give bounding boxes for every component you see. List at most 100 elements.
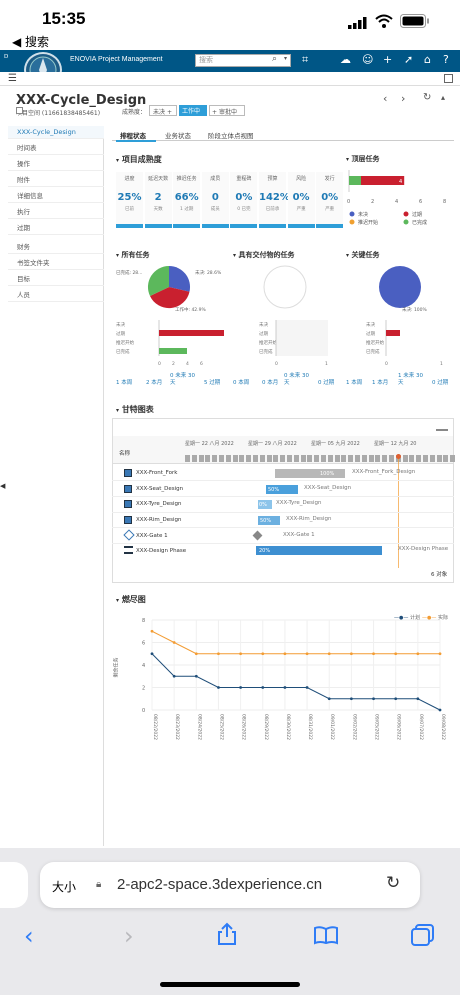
ds-logo-icon[interactable]: ᴰ xyxy=(4,54,8,64)
gantt-day-cell xyxy=(416,455,422,462)
data-point xyxy=(327,697,331,701)
kpi-tile[interactable]: 发行 0% 严重 xyxy=(316,172,344,228)
expand-icon[interactable]: ▾ xyxy=(116,597,119,604)
all-week-link[interactable]: 1 本周 xyxy=(116,378,132,386)
top-task-overdue-bar xyxy=(361,176,405,185)
reload-icon[interactable]: ↻ xyxy=(386,873,400,893)
gantt-bar[interactable] xyxy=(256,546,382,555)
gantt-row-name[interactable]: XXX-Front_Fork xyxy=(136,470,177,476)
maturity-title: ▾ 项目成熟度 xyxy=(116,154,162,165)
sidebar-item-overdue[interactable]: 过期 xyxy=(8,222,104,235)
reader-size-button[interactable]: 大小 xyxy=(52,878,76,895)
gantt-row-name[interactable]: XXX-Tyre_Design xyxy=(136,501,182,507)
kpi-tile[interactable]: 风险 0% 严重 xyxy=(287,172,315,228)
help-icon[interactable]: ? xyxy=(443,53,449,66)
expand-icon[interactable]: ▾ xyxy=(116,407,119,414)
gantt-week: 星期一 22 八月 2022 xyxy=(185,441,234,447)
kpi-tile[interactable]: 推迟任务 66% 1 过期 xyxy=(173,172,201,228)
gantt-day-cell xyxy=(185,455,190,462)
sidebar-item-people[interactable]: 人员 xyxy=(8,289,104,302)
sidebar-item-goals[interactable]: 目标 xyxy=(8,273,104,286)
tab-phase-view[interactable]: 阶段立体点视图 xyxy=(208,130,254,140)
key-pie-label: 未决: 100% xyxy=(402,308,427,313)
sidebar-item-schedule[interactable]: 时间表 xyxy=(8,142,104,155)
y-tick-label: 0 xyxy=(142,708,145,714)
sidebar-item-project[interactable]: XXX-Cycle_Design xyxy=(8,126,104,139)
back-to-search-link[interactable]: ◀ 搜索 xyxy=(12,33,49,50)
all-tick: 2 xyxy=(172,361,175,367)
sidebar-item-details[interactable]: 详细信息 xyxy=(8,190,104,203)
del-overdue-link[interactable]: 0 过期 xyxy=(318,378,334,386)
del-week-link[interactable]: 0 本周 xyxy=(233,378,249,386)
key-month-link[interactable]: 1 本月 xyxy=(372,378,388,386)
sidebar-item-execution[interactable]: 执行 xyxy=(8,206,104,219)
expand-icon[interactable]: ▾ xyxy=(116,157,119,164)
gantt-day-cell xyxy=(232,455,238,462)
gantt-row-name[interactable]: XXX-Gate 1 xyxy=(136,533,168,539)
collapse-icon[interactable]: ▴ xyxy=(441,93,445,102)
share-icon[interactable]: ➚ xyxy=(404,53,413,66)
gantt-row-name[interactable]: XXX-Seat_Design xyxy=(136,486,183,492)
expand-icon[interactable]: ▾ xyxy=(233,252,236,259)
menu-icon[interactable]: ☰ xyxy=(8,73,17,84)
prev-icon[interactable]: ‹ xyxy=(383,92,387,105)
dropdown-icon[interactable]: ▾ xyxy=(284,55,287,62)
cloud-icon[interactable]: ☁ xyxy=(340,53,351,66)
gantt-row-name[interactable]: XXX-Design Phase xyxy=(136,548,186,554)
data-point xyxy=(283,686,287,689)
key-week-link[interactable]: 1 本周 xyxy=(346,378,362,386)
all-overdue-link[interactable]: 5 过期 xyxy=(204,378,220,386)
tab-schedule-status[interactable]: 排程状态 xyxy=(120,130,146,140)
share-icon[interactable] xyxy=(216,922,238,946)
expand-icon[interactable]: ▾ xyxy=(116,252,119,259)
key-overdue-link[interactable]: 0 过期 xyxy=(432,378,448,386)
bookmarks-icon[interactable] xyxy=(313,925,339,945)
add-icon[interactable]: + xyxy=(383,53,392,66)
kpi-tile[interactable]: 成员 0 成员 xyxy=(201,172,229,228)
del-month-link[interactable]: 0 本月 xyxy=(262,378,278,386)
key-30d-link[interactable]: 1 未来 30 天 xyxy=(398,373,428,387)
all-tick: 4 xyxy=(186,361,189,367)
sidebar-item-actions[interactable]: 操作 xyxy=(8,158,104,171)
search-icon[interactable]: ⌕ xyxy=(272,54,277,64)
kpi-tile[interactable]: 进度 25% 已前 xyxy=(116,172,143,228)
kpi-tile[interactable]: 预算 142% 已前承 xyxy=(259,172,290,228)
data-point xyxy=(305,686,309,689)
expand-icon[interactable]: ▾ xyxy=(346,252,349,259)
all-month-link[interactable]: 2 本月 xyxy=(146,378,162,386)
forward-icon[interactable]: › xyxy=(124,922,134,950)
sidebar-collapse-icon[interactable]: ◀ xyxy=(0,482,5,490)
tag-icon[interactable]: ⌗ xyxy=(302,53,308,67)
url-text[interactable]: 2-apc2-space.3dexperience.cn xyxy=(117,876,322,893)
all-30d-link[interactable]: 0 未来 30 天 xyxy=(170,373,198,387)
sidebar-item-attachments[interactable]: 附件 xyxy=(8,174,104,187)
sidebar-item-bookmarks[interactable]: 书签文件夹 xyxy=(8,257,104,270)
kpi-tile[interactable]: 重程碑 0% 0 已完 xyxy=(230,172,258,228)
kpi-tile[interactable]: 延迟天数 2 天数 xyxy=(144,172,172,228)
gantt-bar[interactable] xyxy=(275,469,345,478)
gantt-day-cell xyxy=(450,455,456,462)
user-icon[interactable]: ☺ xyxy=(362,53,373,66)
tabs-icon[interactable] xyxy=(410,923,436,947)
prev-tab-card[interactable] xyxy=(0,862,28,908)
tab-business-status[interactable]: 业务状态 xyxy=(165,130,191,140)
home-indicator xyxy=(160,982,300,987)
sidebar-item-finance[interactable]: 财务 xyxy=(8,241,104,254)
refresh-icon[interactable]: ↻ xyxy=(423,92,431,103)
gantt-bar-pct: 50% xyxy=(268,487,280,493)
back-icon[interactable]: ‹ xyxy=(24,922,34,950)
project-space: 项目空间 (11661838485461) xyxy=(16,110,101,117)
stage-next-button[interactable]: + 审批中 xyxy=(209,105,245,116)
del-30d-link[interactable]: 0 未来 30 天 xyxy=(284,373,312,387)
stage-prev-button[interactable]: 未决 + xyxy=(149,105,177,116)
kpi-value: 0% xyxy=(321,192,339,203)
legend-overdue: 过期 xyxy=(412,211,422,218)
gantt-row-name[interactable]: XXX-Rim_Design xyxy=(136,517,181,523)
all-tasks-title: ▾ 所有任务 xyxy=(116,250,149,260)
expand-icon[interactable]: ▾ xyxy=(346,156,349,163)
status-bar: 15:35 ◀ 搜索 xyxy=(0,0,460,50)
panel-toggle-icon[interactable] xyxy=(444,74,453,83)
home-icon[interactable]: ⌂ xyxy=(424,53,431,66)
gantt-bar-label: XXX-Design Phase xyxy=(398,546,449,552)
next-icon[interactable]: › xyxy=(401,92,405,105)
